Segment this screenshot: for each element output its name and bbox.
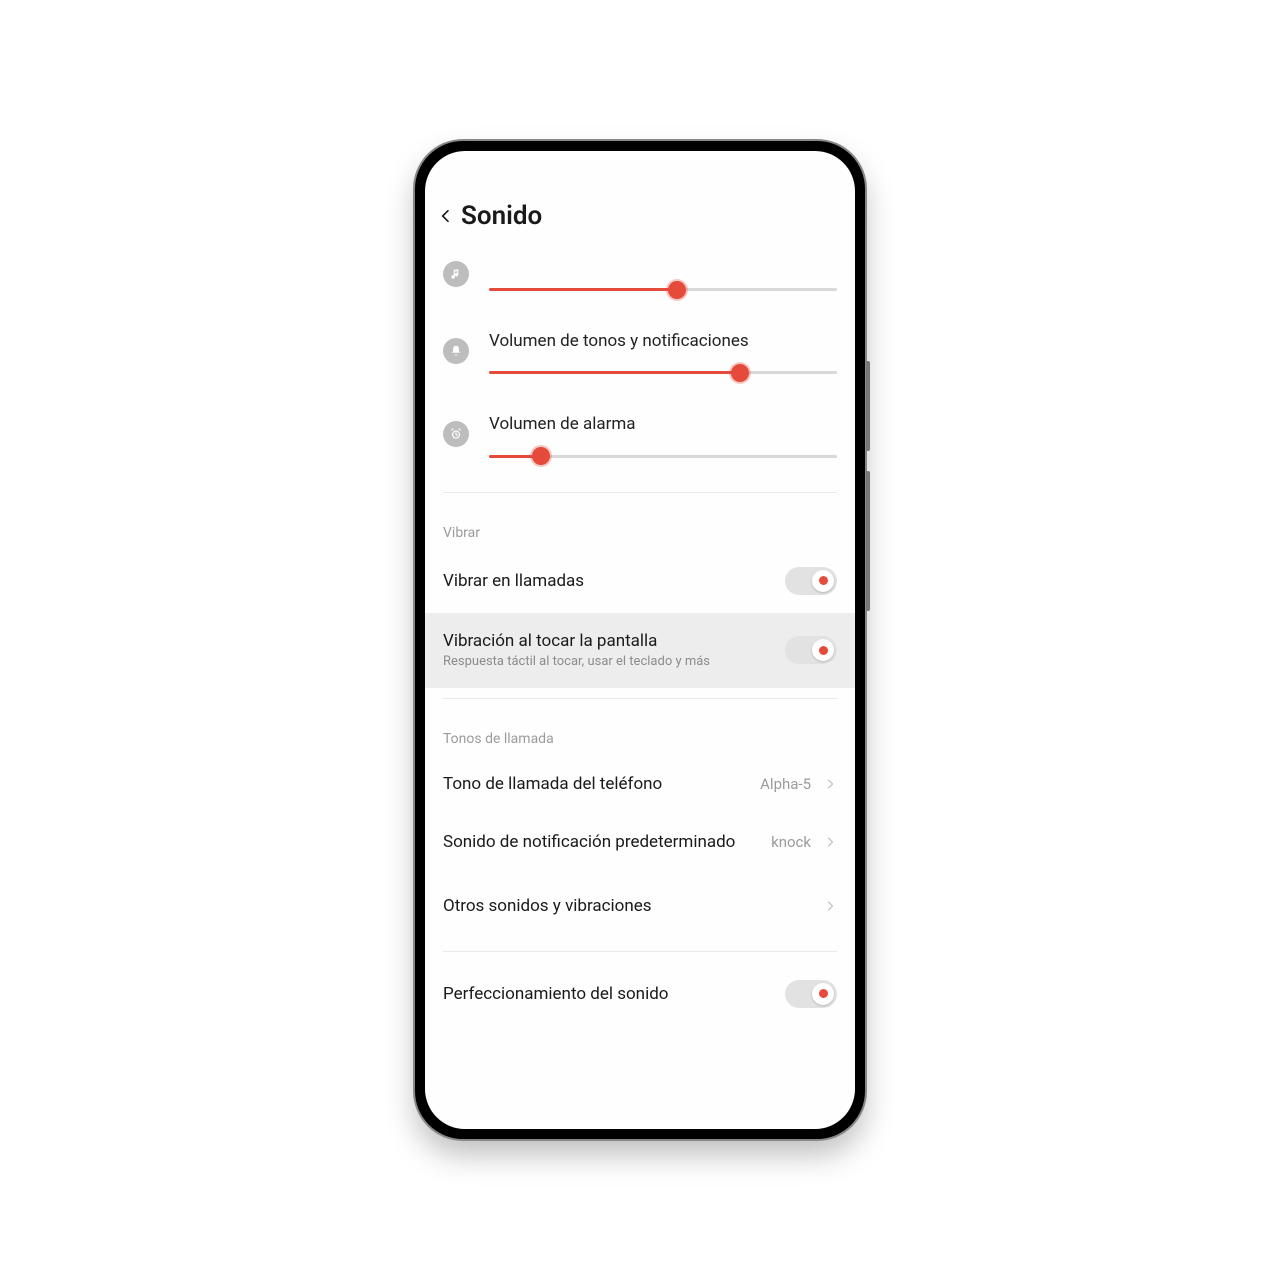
screen: Sonido: [425, 151, 855, 1129]
settings-sound-screen: Sonido: [425, 151, 855, 1129]
page-header: Sonido: [425, 195, 855, 241]
divider: [443, 698, 837, 699]
vibrate-on-touch-toggle[interactable]: [785, 636, 837, 664]
row-title: Tono de llamada del teléfono: [443, 774, 748, 794]
vibrate-on-calls-toggle[interactable]: [785, 567, 837, 595]
divider: [443, 492, 837, 493]
row-title: Perfeccionamiento del sonido: [443, 984, 773, 1004]
ringtone-volume-slider[interactable]: [489, 371, 837, 374]
chevron-right-icon: [823, 895, 837, 917]
media-volume-slider[interactable]: [489, 288, 837, 291]
row-title: Sonido de notificación predeterminado: [443, 832, 759, 852]
row-title: Otros sonidos y vibraciones: [443, 896, 811, 916]
side-button-power: [866, 361, 870, 451]
alarm-volume-label: Volumen de alarma: [489, 414, 837, 434]
phone-ringtone-row[interactable]: Tono de llamada del teléfono Alpha-5: [425, 755, 855, 813]
volume-sliders-section: Volumen de tonos y notificaciones Volume…: [425, 241, 855, 482]
chevron-right-icon: [823, 831, 837, 853]
section-header-vibrate: Vibrar: [425, 503, 855, 549]
music-note-icon: [443, 261, 469, 287]
row-value: knock: [771, 833, 811, 851]
phone-frame: Sonido: [415, 141, 865, 1139]
row-title: Vibrar en llamadas: [443, 571, 773, 591]
row-title: Vibración al tocar la pantalla: [443, 631, 773, 651]
divider: [443, 951, 837, 952]
sound-enhancement-row[interactable]: Perfeccionamiento del sonido: [425, 962, 855, 1026]
alarm-volume-row: Volumen de alarma: [443, 388, 837, 471]
bell-icon: [443, 338, 469, 364]
ringtone-volume-label: Volumen de tonos y notificaciones: [489, 331, 837, 351]
default-notification-sound-row[interactable]: Sonido de notificación predeterminado kn…: [425, 813, 855, 871]
page-title: Sonido: [461, 201, 542, 231]
row-value: Alpha-5: [760, 775, 811, 793]
media-volume-row: [443, 247, 837, 305]
other-sounds-row[interactable]: Otros sonidos y vibraciones: [425, 871, 855, 941]
alarm-clock-icon: [443, 421, 469, 447]
vibrate-on-calls-row[interactable]: Vibrar en llamadas: [425, 549, 855, 613]
alarm-volume-slider[interactable]: [489, 455, 837, 458]
chevron-right-icon: [823, 773, 837, 795]
chevron-left-icon: [438, 205, 454, 227]
back-button[interactable]: [437, 202, 455, 230]
section-header-ringtones: Tonos de llamada: [425, 709, 855, 755]
sound-enhancement-toggle[interactable]: [785, 980, 837, 1008]
vibrate-on-touch-row[interactable]: Vibración al tocar la pantalla Respuesta…: [425, 613, 855, 688]
ringtone-volume-row: Volumen de tonos y notificaciones: [443, 305, 837, 388]
row-subtitle: Respuesta táctil al tocar, usar el tecla…: [443, 654, 773, 670]
side-button-volume: [866, 471, 870, 611]
